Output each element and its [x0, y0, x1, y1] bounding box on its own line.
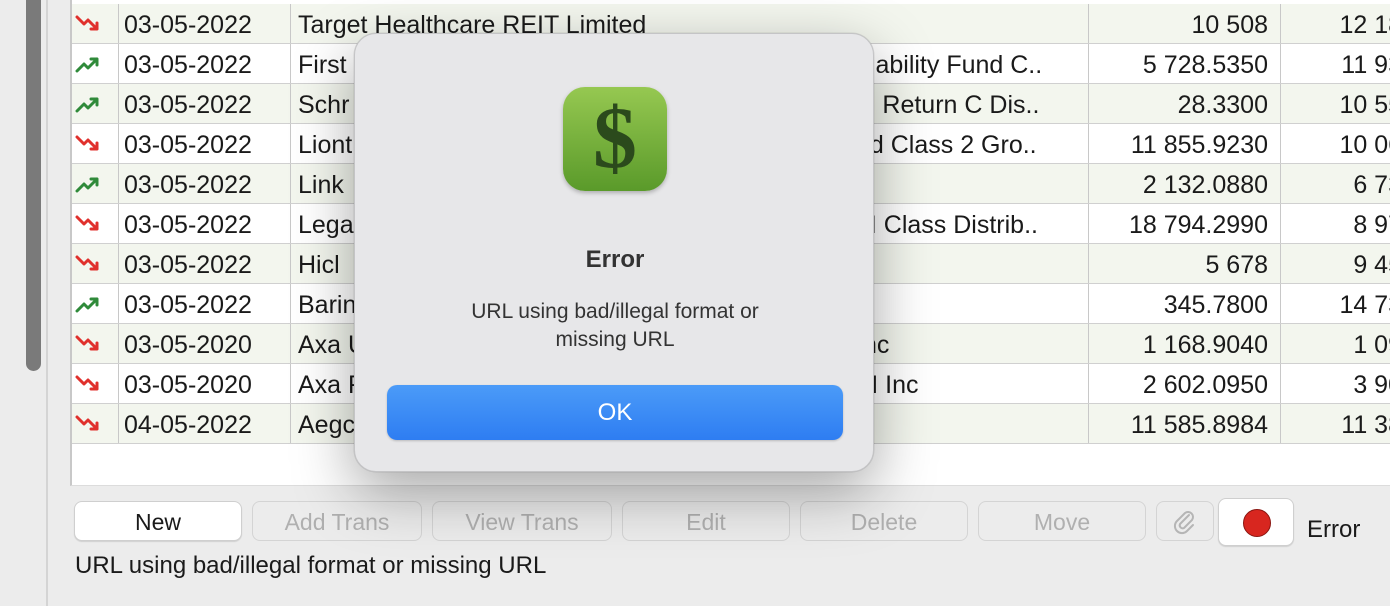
value-cell: 10 508	[1090, 4, 1281, 43]
date-cell: 03-05-2022	[119, 204, 291, 243]
name-text: Liont	[298, 131, 353, 159]
toolbar: New Add Trans View Trans Edit Delete Mov…	[72, 498, 1390, 546]
trend-down-icon	[75, 135, 99, 151]
edit-button[interactable]: Edit	[622, 501, 790, 541]
name-text: Schr	[298, 91, 350, 119]
trend-cell	[72, 164, 119, 203]
value-cell: 345.7800	[1090, 284, 1281, 323]
value2-cell: 12 18	[1339, 11, 1390, 39]
date-cell: 03-05-2022	[119, 44, 291, 83]
status-label: Error	[1307, 516, 1361, 543]
move-button[interactable]: Move	[978, 501, 1146, 541]
trend-cell	[72, 84, 119, 123]
trend-cell	[72, 404, 119, 443]
ok-button[interactable]: OK	[387, 385, 843, 440]
date-cell: 03-05-2022	[119, 84, 291, 123]
dialog-title: Error	[585, 246, 645, 273]
paperclip-icon	[1172, 511, 1198, 540]
value2-cell: 14 73	[1339, 291, 1390, 319]
trend-down-icon	[75, 215, 99, 231]
name-tail-text: nd Class 2 Gro..	[856, 131, 1037, 159]
name-text: Aegc	[298, 411, 355, 439]
value2-cell: 11 38	[1341, 411, 1390, 439]
value-cell: 28.3300	[1090, 84, 1281, 123]
name-text: Link	[298, 171, 344, 199]
status-message: URL using bad/illegal format or missing …	[75, 552, 547, 579]
trend-cell	[72, 364, 119, 403]
trend-down-icon	[75, 415, 99, 431]
value-cell: 11 585.8984	[1090, 404, 1281, 443]
name-tail-text: al Return C Dis..	[856, 91, 1040, 119]
date-cell: 03-05-2022	[119, 4, 291, 43]
trend-up-icon	[75, 57, 99, 73]
name-text: Barin	[298, 291, 357, 319]
value2-cell: 10 06	[1339, 131, 1390, 159]
trend-up-icon	[75, 297, 99, 313]
date-cell: 03-05-2022	[119, 244, 291, 283]
value2-cell: 6 73	[1353, 171, 1390, 199]
value-cell: 5 728.5350	[1090, 44, 1281, 83]
date-cell: 03-05-2020	[119, 364, 291, 403]
name-text: Hicl	[298, 251, 340, 279]
view-trans-button[interactable]: View Trans	[432, 501, 612, 541]
value2-cell: 10 55	[1339, 91, 1390, 119]
name-text: Lega	[298, 211, 354, 239]
date-cell: 03-05-2022	[119, 124, 291, 163]
trend-cell	[72, 284, 119, 323]
status-indicator-button[interactable]	[1218, 498, 1294, 546]
vertical-scrollbar[interactable]	[26, 0, 41, 371]
date-cell: 03-05-2022	[119, 164, 291, 203]
trend-down-icon	[75, 255, 99, 271]
value2-cell: 9 45	[1353, 251, 1390, 279]
name-tail-text: t I Class Distrib..	[856, 211, 1038, 239]
value-cell: 18 794.2990	[1090, 204, 1281, 243]
date-cell: 03-05-2022	[119, 284, 291, 323]
trend-down-icon	[75, 335, 99, 351]
value-cell: 2 132.0880	[1090, 164, 1281, 203]
value-cell: 11 855.9230	[1090, 124, 1281, 163]
name-tail-text: inability Fund C..	[856, 51, 1043, 79]
trend-cell	[72, 324, 119, 363]
record-dot-icon	[1243, 509, 1271, 537]
value-cell: 5 678	[1090, 244, 1281, 283]
new-button[interactable]: New	[74, 501, 242, 541]
trend-cell	[72, 124, 119, 163]
attachment-button[interactable]	[1156, 501, 1214, 541]
date-cell: 03-05-2020	[119, 324, 291, 363]
trend-down-icon	[75, 375, 99, 391]
trend-cell	[72, 4, 119, 43]
divider	[46, 0, 48, 606]
date-cell: 04-05-2022	[119, 404, 291, 443]
value2-cell: 3 90	[1353, 371, 1390, 399]
add-trans-button[interactable]: Add Trans	[252, 501, 422, 541]
value-cell: 1 168.9040	[1090, 324, 1281, 363]
dollar-app-icon: $	[563, 87, 667, 191]
trend-down-icon	[75, 15, 99, 31]
error-dialog: $ Error URL using bad/illegal format or …	[354, 33, 874, 472]
dialog-message: URL using bad/illegal format or missing …	[471, 300, 759, 351]
trend-up-icon	[75, 97, 99, 113]
name-text: First	[298, 51, 347, 79]
value2-cell: 8 97	[1353, 211, 1390, 239]
delete-button[interactable]: Delete	[800, 501, 968, 541]
trend-cell	[72, 244, 119, 283]
value2-cell: 11 93	[1341, 51, 1390, 79]
trend-cell	[72, 204, 119, 243]
value-cell: 2 602.0950	[1090, 364, 1281, 403]
trend-cell	[72, 44, 119, 83]
trend-up-icon	[75, 177, 99, 193]
value2-cell: 1 09	[1353, 331, 1390, 359]
